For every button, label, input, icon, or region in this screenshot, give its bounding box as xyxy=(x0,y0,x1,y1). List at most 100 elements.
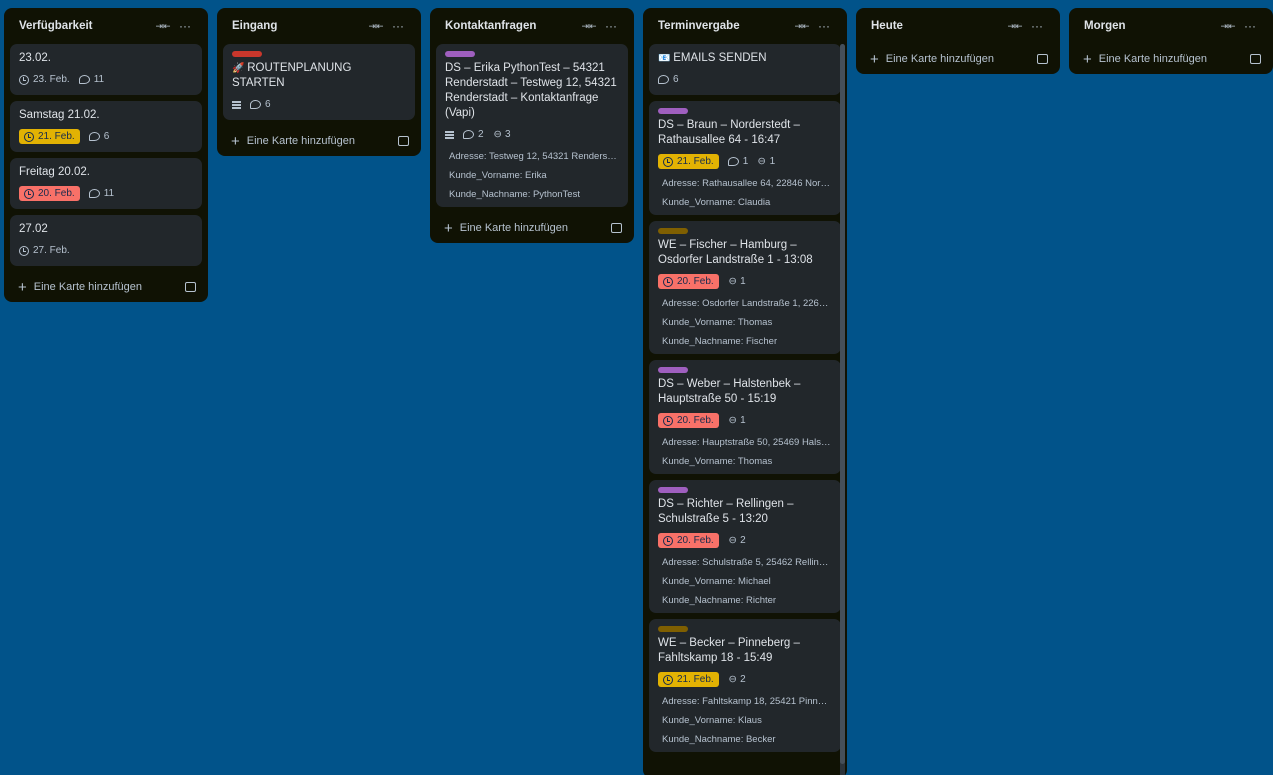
card-badges: 23. Feb. 11 xyxy=(19,71,193,88)
add-card-button[interactable]: + Eine Karte hinzufügen xyxy=(223,126,415,156)
attachment-count: 1 xyxy=(740,276,746,287)
card-title: WE – Becker – Pinneberg – Fahltskamp 18 … xyxy=(658,636,832,666)
list-title[interactable]: Heute xyxy=(871,20,1004,32)
due-date-badge[interactable]: 21. Feb. xyxy=(658,154,719,169)
more-options-icon[interactable]: ··· xyxy=(1026,19,1048,33)
card[interactable]: 27.02 27. Feb. xyxy=(10,215,202,266)
add-card-button[interactable]: + Eine Karte hinzufügen xyxy=(1075,44,1267,74)
card-badges: 27. Feb. xyxy=(19,242,193,259)
due-date-badge[interactable]: 20. Feb. xyxy=(658,533,719,548)
attachment-count: 3 xyxy=(504,129,511,140)
card-template-icon[interactable] xyxy=(611,223,622,233)
card[interactable]: 📧 EMAILS SENDEN 6 xyxy=(649,44,841,95)
list-header: Verfügbarkeit ⇥⇤ ··· xyxy=(10,8,202,44)
add-card-button[interactable]: + Eine Karte hinzufügen xyxy=(862,44,1054,74)
card-badges: 21. Feb. 1 ⊘ 1 xyxy=(658,153,832,170)
card-title: 27.02 xyxy=(19,222,193,237)
comment-icon xyxy=(250,100,261,109)
collapse-icon[interactable]: ⇥⇤ xyxy=(1217,21,1239,32)
card-title: 🚀 ROUTENPLANUNG STARTEN xyxy=(232,61,406,91)
due-date-badge[interactable]: 23. Feb. xyxy=(19,72,70,87)
description-badge xyxy=(445,130,454,139)
attachment-count: 2 xyxy=(740,674,746,685)
add-card-label: Eine Karte hinzufügen xyxy=(246,135,356,147)
card-label[interactable] xyxy=(658,228,688,234)
card[interactable]: Freitag 20.02. 20. Feb. 11 xyxy=(10,158,202,209)
clock-icon xyxy=(663,276,673,287)
list-title[interactable]: Kontaktanfragen xyxy=(445,20,578,32)
custom-field: Kunde_Vorname: Thomas xyxy=(662,317,773,328)
card-badges: 20. Feb. 11 xyxy=(19,185,193,202)
card-badges: 20. Feb. ⊘ 1 xyxy=(658,412,832,429)
card-label[interactable] xyxy=(658,487,688,493)
card-template-icon[interactable] xyxy=(1037,54,1048,64)
card-title: Samstag 21.02. xyxy=(19,108,193,123)
list-title[interactable]: Terminvergabe xyxy=(658,20,791,32)
collapse-icon[interactable]: ⇥⇤ xyxy=(365,21,387,32)
comment-count: 1 xyxy=(742,156,749,167)
card-badges: 2 ⊘ 3 xyxy=(445,126,619,143)
list-header: Morgen ⇥⇤ ··· xyxy=(1075,8,1267,44)
collapse-icon[interactable]: ⇥⇤ xyxy=(1004,21,1026,32)
add-card-button[interactable]: + Eine Karte hinzufügen xyxy=(10,272,202,302)
card-label[interactable] xyxy=(232,51,262,57)
custom-field: Kunde_Vorname: Klaus xyxy=(662,715,762,726)
card[interactable]: DS – Braun – Norderstedt – Rathausallee … xyxy=(649,101,841,215)
due-date-badge[interactable]: 20. Feb. xyxy=(658,274,719,289)
list-title[interactable]: Eingang xyxy=(232,20,365,32)
add-card-label: Eine Karte hinzufügen xyxy=(885,53,995,65)
card-template-icon[interactable] xyxy=(185,282,196,292)
card[interactable]: DS – Erika PythonTest – 54321 Renderstad… xyxy=(436,44,628,207)
more-options-icon[interactable]: ··· xyxy=(174,19,196,33)
card-badges: 20. Feb. ⊘ 2 xyxy=(658,532,832,549)
collapse-icon[interactable]: ⇥⇤ xyxy=(791,21,813,32)
card-title: WE – Fischer – Hamburg – Osdorfer Landst… xyxy=(658,238,832,268)
card[interactable]: 23.02. 23. Feb. 11 xyxy=(10,44,202,95)
custom-field: Adresse: Rathausallee 64, 22846 Norderst… xyxy=(662,178,832,189)
card-label[interactable] xyxy=(658,367,688,373)
paperclip-icon: ⊘ xyxy=(725,413,739,428)
attachments-badge: ⊘ 1 xyxy=(725,413,746,428)
collapse-icon[interactable]: ⇥⇤ xyxy=(152,21,174,32)
more-options-icon[interactable]: ··· xyxy=(1239,19,1261,33)
more-options-icon[interactable]: ··· xyxy=(813,19,835,33)
card-title: DS – Weber – Halstenbek – Hauptstraße 50… xyxy=(658,377,832,407)
card-template-icon[interactable] xyxy=(1250,54,1261,64)
custom-field: Kunde_Vorname: Michael xyxy=(662,576,771,587)
paperclip-icon: ⊘ xyxy=(754,154,769,169)
due-date-badge[interactable]: 21. Feb. xyxy=(19,129,80,144)
list-header: Heute ⇥⇤ ··· xyxy=(862,8,1054,44)
list-title[interactable]: Morgen xyxy=(1084,20,1217,32)
list-title[interactable]: Verfügbarkeit xyxy=(19,20,152,32)
more-options-icon[interactable]: ··· xyxy=(387,19,409,33)
card[interactable]: DS – Richter – Rellingen – Schulstraße 5… xyxy=(649,480,841,613)
card[interactable]: 🚀 ROUTENPLANUNG STARTEN 6 xyxy=(223,44,415,120)
add-card-button[interactable]: + Eine Karte hinzufügen xyxy=(436,213,628,243)
card[interactable]: WE – Becker – Pinneberg – Fahltskamp 18 … xyxy=(649,619,841,752)
due-date-badge[interactable]: 21. Feb. xyxy=(658,672,719,687)
list: Eingang ⇥⇤ ··· 🚀 ROUTENPLANUNG STARTEN 6 + Ein… xyxy=(217,8,421,156)
list-scrollbar[interactable] xyxy=(840,44,845,775)
due-date-badge[interactable]: 20. Feb. xyxy=(19,186,80,201)
due-date-badge[interactable]: 27. Feb. xyxy=(19,243,70,258)
card-label[interactable] xyxy=(445,51,475,57)
card-title: DS – Erika PythonTest – 54321 Renderstad… xyxy=(445,61,619,121)
plus-icon: + xyxy=(231,132,240,150)
comments-badge: 1 xyxy=(727,156,749,167)
list: Verfügbarkeit ⇥⇤ ··· 23.02. 23. Feb. 11 Samsta… xyxy=(4,8,208,302)
card[interactable]: Samstag 21.02. 21. Feb. 6 xyxy=(10,101,202,152)
card-template-icon[interactable] xyxy=(398,136,409,146)
plus-icon: + xyxy=(1083,50,1092,68)
more-options-icon[interactable]: ··· xyxy=(600,19,622,33)
due-date-text: 20. Feb. xyxy=(38,188,75,199)
comments-badge: 6 xyxy=(658,74,679,85)
collapse-icon[interactable]: ⇥⇤ xyxy=(578,21,600,32)
due-date-badge[interactable]: 20. Feb. xyxy=(658,413,719,428)
card[interactable]: DS – Weber – Halstenbek – Hauptstraße 50… xyxy=(649,360,841,474)
card-label[interactable] xyxy=(658,626,688,632)
card-title-text: DS – Braun – Norderstedt – Rathausallee … xyxy=(658,119,800,146)
comment-count: 6 xyxy=(103,131,110,142)
card[interactable]: WE – Fischer – Hamburg – Osdorfer Landst… xyxy=(649,221,841,354)
card-label[interactable] xyxy=(658,108,688,114)
custom-field: Adresse: Schulstraße 5, 25462 Rellingen xyxy=(662,557,832,568)
